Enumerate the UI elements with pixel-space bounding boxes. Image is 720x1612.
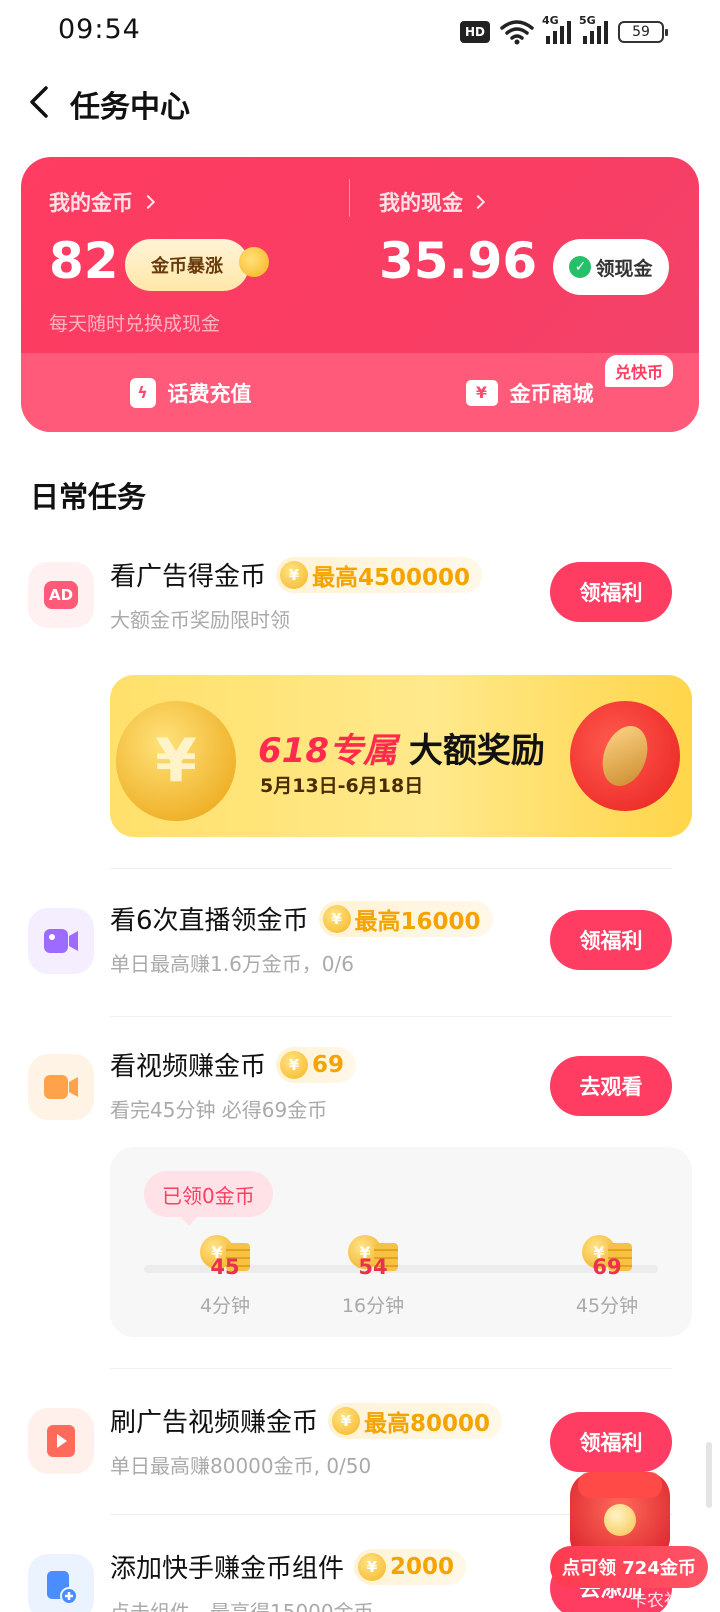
milestone-time: 4分钟 <box>199 1295 251 1317</box>
claim-button[interactable]: 领福利 <box>550 1412 672 1472</box>
cash-value: 35.96 <box>379 232 538 290</box>
cash-label[interactable]: 我的现金 <box>379 187 537 217</box>
status-time: 09:54 <box>58 14 141 45</box>
task-subtitle: 大额金币奖励限时领 <box>110 608 290 632</box>
divider <box>110 1016 672 1017</box>
task-subtitle: 看完45分钟 必得69金币 <box>110 1098 328 1122</box>
banner-dates: 5月13日-6月18日 <box>260 775 424 797</box>
top-nav: 任务中心 <box>0 70 720 134</box>
lightning-icon: ϟ <box>129 377 156 408</box>
cash-block[interactable]: 我的现金 35.96 <box>379 187 537 291</box>
live-camera-icon <box>28 908 94 974</box>
video-icon <box>28 1054 94 1120</box>
coin-icon: ¥ <box>332 1406 361 1435</box>
coin-circle-icon <box>570 701 680 811</box>
coins-label[interactable]: 我的金币 <box>49 187 156 217</box>
reward-badge: ¥ 最高80000 <box>328 1402 503 1439</box>
coin-stack-icon: ¥69 <box>578 1235 636 1279</box>
task-subtitle: 单日最高赚1.6万金币，0/6 <box>110 952 354 976</box>
task-title: 刷广告视频赚金币 <box>110 1408 319 1438</box>
ticket-icon: ¥ <box>465 379 498 406</box>
coin-icon <box>239 247 269 277</box>
page-title: 任务中心 <box>70 90 190 125</box>
chevron-right-icon <box>140 194 156 210</box>
watermark: 卡农社区 <box>630 1591 698 1611</box>
claim-button[interactable]: 领福利 <box>550 562 672 622</box>
milestone-value: 45 <box>210 1255 240 1279</box>
chevron-right-icon <box>470 194 486 210</box>
milestone-value: 54 <box>358 1255 388 1279</box>
coin-stack-icon: ¥45 <box>196 1235 254 1279</box>
widget-add-icon <box>28 1554 94 1612</box>
floating-claim-pill[interactable]: 点可领 724金币 <box>550 1546 708 1588</box>
task-title: 看广告得金币 <box>110 562 267 592</box>
wallet-subtitle: 每天随时兑换成现金 <box>49 313 221 335</box>
coin-stack-icon: ¥54 <box>344 1235 402 1279</box>
milestone: ¥69 45分钟 <box>562 1235 652 1318</box>
claim-button[interactable]: 领福利 <box>550 910 672 970</box>
coin-icon: ¥ <box>358 1552 387 1581</box>
milestone: ¥45 4分钟 <box>180 1235 270 1318</box>
signal-4g-icon: 4G <box>542 14 571 44</box>
gold-coin-icon: ¥ <box>116 701 236 821</box>
task-title: 看6次直播领金币 <box>110 906 309 936</box>
signal-5g-icon: 5G <box>579 14 608 44</box>
coin-icon: ¥ <box>322 904 351 933</box>
check-icon: ✓ <box>569 256 592 278</box>
mall-tag-badge: 兑快币 <box>604 355 673 387</box>
coin-boost-badge[interactable]: 金币暴涨 <box>125 239 249 291</box>
divider <box>110 1368 672 1369</box>
claimed-coins-bubble: 已领0金币 <box>144 1171 273 1226</box>
task-subtitle: 点击组件，最高得15000金币 <box>110 1600 374 1612</box>
task-title: 看视频赚金币 <box>110 1052 267 1082</box>
divider <box>349 179 350 217</box>
withdraw-cash-button[interactable]: ✓ 领现金 <box>553 239 669 295</box>
reward-badge: ¥69 <box>276 1046 357 1083</box>
wallet-actions: ϟ 话费充值 ¥ 金币商城 <box>21 353 699 432</box>
task-title: 添加快手赚金币组件 <box>110 1554 345 1584</box>
coin-icon: ¥ <box>280 1050 309 1079</box>
status-bar: 09:54 HD 4G 5G 59 <box>0 0 720 64</box>
milestone-time: 16分钟 <box>341 1295 405 1317</box>
ad-icon: AD <box>28 562 94 628</box>
scrollbar[interactable] <box>706 1442 712 1508</box>
banner-highlight: 618专属 <box>258 731 397 771</box>
section-title: 日常任务 <box>30 480 147 514</box>
banner-title: 大额奖励 <box>408 731 545 771</box>
status-icons: HD 4G 5G 59 <box>460 14 668 46</box>
watch-button[interactable]: 去观看 <box>550 1056 672 1116</box>
reward-badge: ¥ 最高16000 <box>318 900 493 937</box>
task-subtitle: 单日最高赚80000金币, 0/50 <box>110 1454 372 1478</box>
ad-video-icon <box>28 1408 94 1474</box>
battery-icon: 59 <box>618 21 668 43</box>
watch-progress-panel: 已领0金币 ¥45 4分钟 ¥54 16分钟 ¥69 45分钟 <box>110 1147 692 1337</box>
back-arrow-icon[interactable] <box>24 84 58 120</box>
reward-badge: ¥2000 <box>354 1548 467 1585</box>
promo-banner-618[interactable]: ¥ 618专属 大额奖励 5月13日-6月18日 <box>110 675 692 837</box>
milestone: ¥54 16分钟 <box>328 1235 418 1318</box>
wallet-card: 我的金币 82 金币暴涨 我的现金 35.96 ✓ 领现金 每天随时兑换成现金 … <box>21 157 699 432</box>
coin-icon: ¥ <box>280 560 309 589</box>
milestone-time: 45分钟 <box>575 1295 639 1317</box>
wifi-icon <box>500 20 534 45</box>
milestone-value: 69 <box>592 1255 622 1279</box>
divider <box>110 868 672 869</box>
phone-recharge-button[interactable]: ϟ 话费充值 <box>21 353 360 432</box>
reward-badge: ¥ 最高4500000 <box>276 556 483 593</box>
hd-icon: HD <box>460 21 490 43</box>
